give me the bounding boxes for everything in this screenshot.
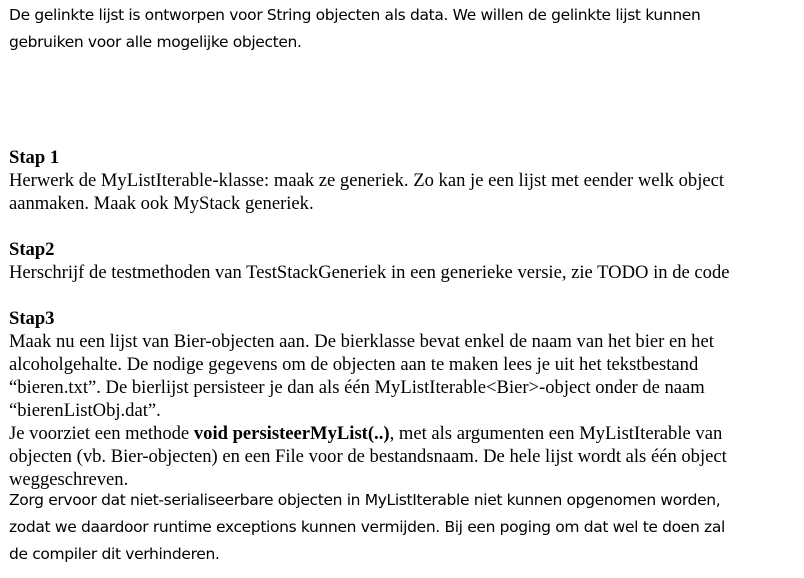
step2-line-1: Herschrijf de testmethoden van TestStack… — [9, 262, 730, 283]
closing-line-1: Zorg ervoor dat niet-serialiseerbare obj… — [9, 491, 721, 509]
step3-line-1: Maak nu een lijst van Bier-objecten aan.… — [9, 331, 714, 352]
intro-line-1: De gelinkte lijst is ontworpen voor Stri… — [9, 6, 701, 24]
step3-line-6: objecten (vb. Bier-objecten) en een File… — [9, 446, 727, 467]
step1-line-2: aanmaken. Maak ook MyStack generiek. — [9, 193, 314, 214]
intro-line-2: gebruiken voor alle mogelijke objecten. — [9, 33, 302, 51]
step3-line-5-post: , met als argumenten een MyListIterable … — [389, 423, 723, 444]
step3-line-2: alcoholgehalte. De nodige gegevens om de… — [9, 354, 699, 375]
closing-line-3: de compiler dit verhinderen. — [9, 545, 220, 563]
method-signature: void persisteerMyList(..) — [193, 423, 390, 444]
step3-line-4: “bierenListObj.dat”. — [9, 400, 161, 421]
step3-line-5: Je voorziet een methode void persisteerM… — [9, 422, 722, 445]
step2-heading: Stap2 — [9, 239, 55, 260]
step3-heading: Stap3 — [9, 308, 55, 329]
step1-line-1: Herwerk de MyListIterable-klasse: maak z… — [9, 170, 725, 191]
closing-line-2: zodat we daardoor runtime exceptions kun… — [9, 518, 725, 536]
step3-line-5-pre: Je voorziet een methode — [9, 423, 194, 444]
step3-line-7: weggeschreven. — [9, 469, 129, 490]
step3-line-3: “bieren.txt”. De bierlijst persisteer je… — [9, 377, 705, 398]
step1-heading: Stap 1 — [9, 147, 60, 168]
